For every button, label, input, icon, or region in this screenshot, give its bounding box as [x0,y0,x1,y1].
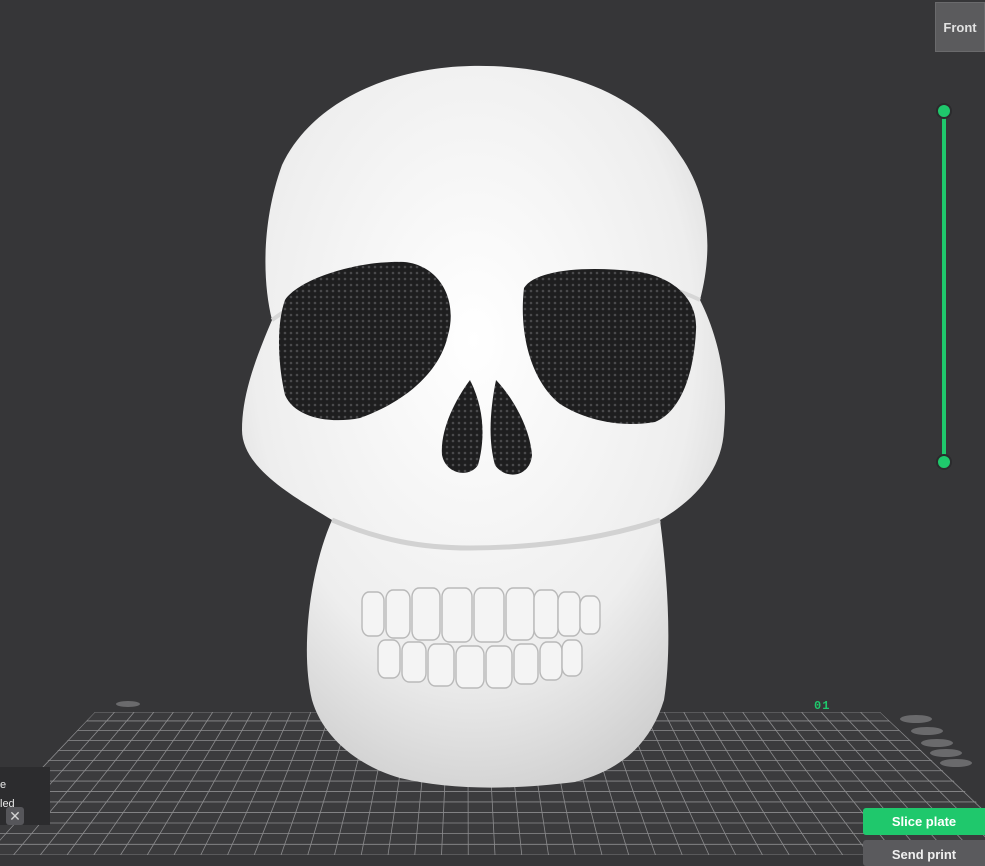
tooth [442,588,472,642]
layer-slider-track[interactable] [942,111,946,462]
tooth [362,592,384,636]
view-cube-front[interactable]: Front [935,2,985,52]
tooth [562,640,582,676]
send-print-button[interactable]: Send print [863,840,985,866]
skull-model[interactable] [242,66,725,788]
notification-panel: e led ✕ [0,767,50,825]
tooth [428,644,454,686]
tooth [386,590,410,638]
layer-slider-top-handle[interactable] [936,103,952,119]
slice-plate-button[interactable]: Slice plate [863,808,985,835]
scene [0,0,985,855]
tooth [580,596,600,634]
tooth [378,640,400,678]
layer-slider-bottom-handle[interactable] [936,454,952,470]
tooth [402,642,426,682]
tooth [514,644,538,684]
tooth [534,590,558,638]
tooth [506,588,534,640]
tooth [474,588,504,642]
notification-line-1: e [0,778,6,792]
tooth [456,646,484,688]
layer-slider[interactable] [934,102,954,472]
tooth [486,646,512,688]
tooth [412,588,440,640]
3d-viewport[interactable] [0,0,985,855]
plate-number: 01 [814,699,830,713]
close-icon[interactable]: ✕ [6,807,24,825]
tooth [558,592,580,636]
tooth [540,642,562,680]
